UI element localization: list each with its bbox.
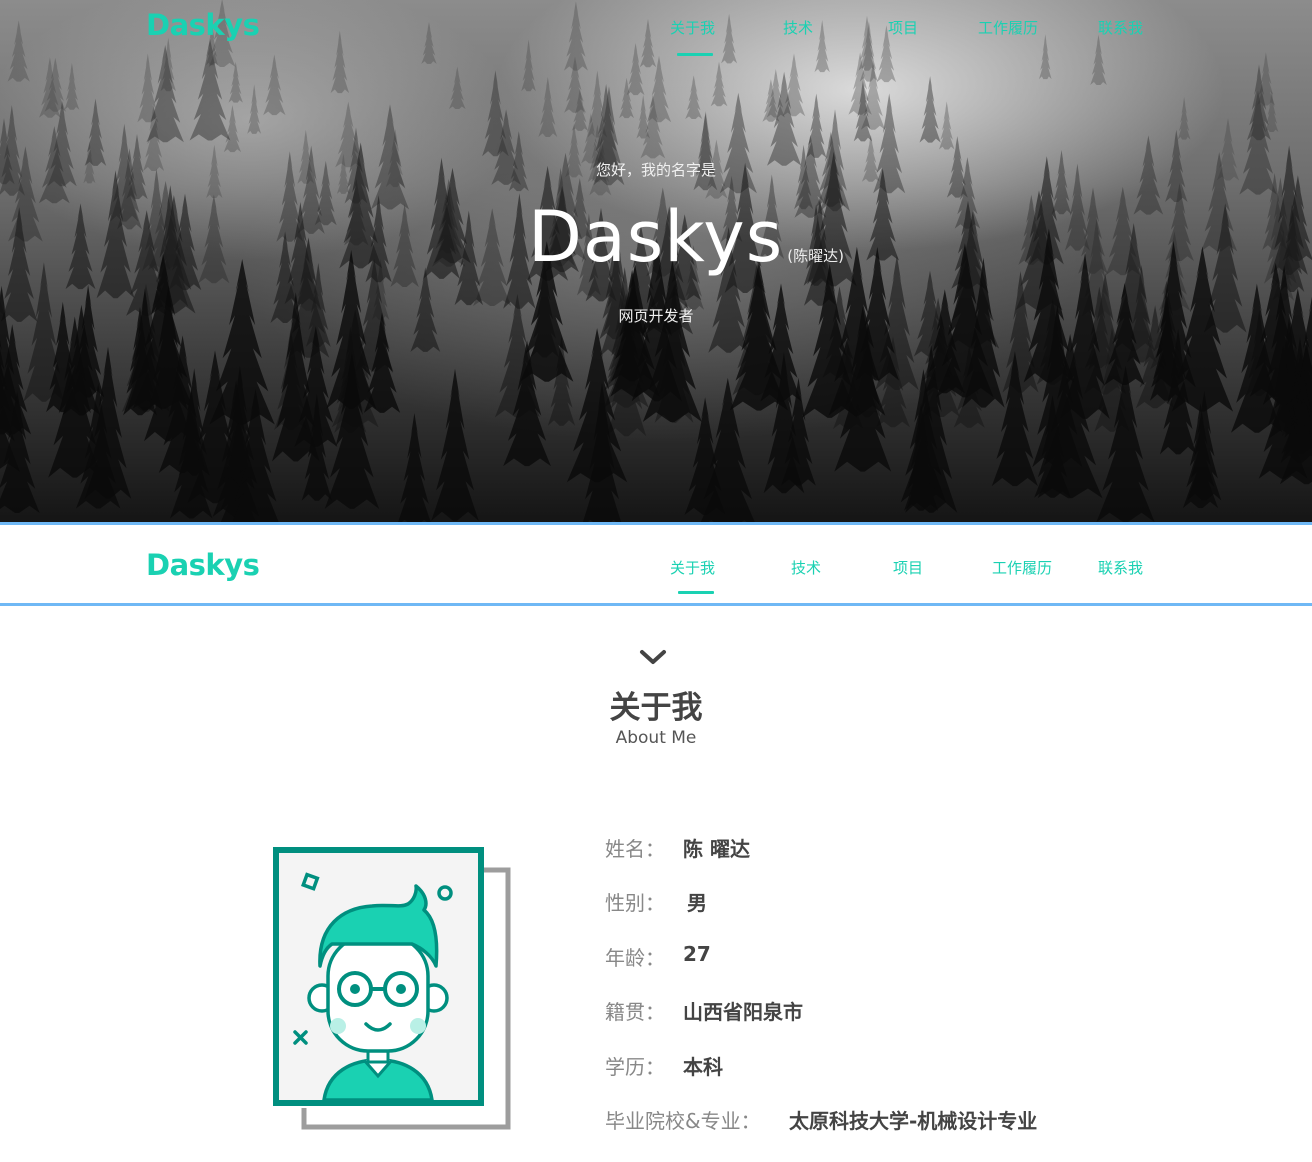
tree-silhouette <box>449 66 466 109</box>
tree-silhouette <box>398 413 431 522</box>
tree-silhouette <box>247 84 262 134</box>
nav-active-indicator <box>677 53 713 56</box>
tree-silhouette <box>473 208 512 306</box>
tree-silhouette <box>919 76 941 143</box>
hero-navbar: Daskys 关于我 技术 项目 工作履历 联系我 <box>0 0 1312 56</box>
sticky-nav-item-experience[interactable]: 工作履历 <box>992 557 1052 578</box>
info-value-gender: 男 <box>687 891 707 915</box>
info-value-school: 太原科技大学-机械设计专业 <box>789 1109 1038 1133</box>
sticky-logo[interactable]: Daskys <box>146 548 260 582</box>
tree-silhouette <box>390 204 419 287</box>
info-label-age: 年龄： <box>605 946 665 970</box>
tree-silhouette <box>431 368 479 521</box>
sticky-nav-active-indicator <box>678 591 714 594</box>
hero-name: Daskys <box>528 196 784 278</box>
tree-silhouette <box>263 54 286 116</box>
tree-silhouette <box>370 104 410 210</box>
info-label-gender: 性别： <box>605 891 665 915</box>
tree-silhouette <box>939 101 955 150</box>
about-title: 关于我 <box>609 690 703 726</box>
sticky-nav-item-about[interactable]: 关于我 <box>670 557 715 578</box>
tree-silhouette <box>198 194 230 284</box>
info-value-name: 陈 曜达 <box>683 837 750 861</box>
about-subtitle: About Me <box>615 728 697 748</box>
tree-silhouette <box>685 75 703 119</box>
info-value-education: 本科 <box>683 1055 723 1079</box>
info-label-name: 姓名： <box>605 837 665 861</box>
sticky-nav-item-contact[interactable]: 联系我 <box>1098 557 1143 578</box>
info-value-hometown: 山西省阳泉市 <box>683 1000 803 1024</box>
sticky-nav-item-projects[interactable]: 项目 <box>893 557 923 578</box>
tree-silhouette <box>228 61 243 103</box>
tree-silhouette <box>538 76 558 137</box>
logo[interactable]: Daskys <box>146 8 260 42</box>
hero-role: 网页开发者 <box>618 307 694 325</box>
hero-chinese-name: (陈曜达) <box>787 247 844 265</box>
nav-item-projects[interactable]: 项目 <box>888 17 918 38</box>
chevron-down-icon[interactable] <box>638 647 668 667</box>
tree-silhouette <box>710 61 728 107</box>
sticky-nav-item-skills[interactable]: 技术 <box>791 557 821 578</box>
nav-item-skills[interactable]: 技术 <box>783 17 813 38</box>
tree-silhouette <box>1177 97 1191 140</box>
info-value-age: 27 <box>683 942 711 966</box>
nav-item-experience[interactable]: 工作履历 <box>978 17 1038 38</box>
info-label-education: 学历： <box>605 1055 665 1079</box>
hero-greeting: 您好，我的名字是 <box>595 161 716 179</box>
info-label-school: 毕业院校&专业： <box>605 1109 761 1133</box>
developer-avatar-illustration <box>273 847 511 1130</box>
tree-silhouette <box>65 203 96 290</box>
nav-item-contact[interactable]: 联系我 <box>1098 17 1143 38</box>
hero-name-block: Daskys (陈曜达) <box>528 196 844 286</box>
tree-silhouette <box>223 105 242 153</box>
nav-item-about[interactable]: 关于我 <box>670 17 715 38</box>
hero-banner: Daskys 关于我 技术 项目 工作履历 联系我 您好，我的名字是 Dasky… <box>0 0 1312 522</box>
info-label-hometown: 籍贯： <box>605 1000 665 1024</box>
sticky-navbar: Daskys 关于我 技术 项目 工作履历 联系我 <box>0 522 1312 606</box>
tree-silhouette <box>64 62 80 110</box>
